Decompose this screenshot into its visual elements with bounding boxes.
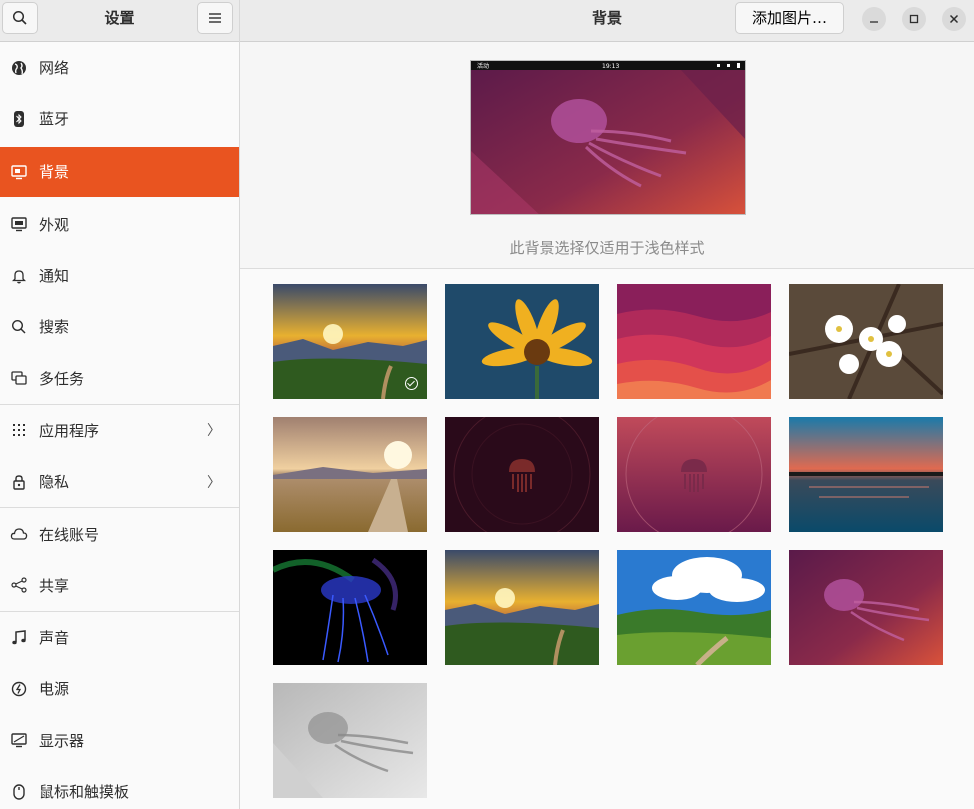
chevron-right-icon: 〉: [207, 474, 221, 491]
sidebar-item-label: 通知: [39, 267, 70, 286]
wallpaper-thumb-dark-jellyfish-logo[interactable]: [445, 417, 599, 532]
close-button[interactable]: [942, 7, 966, 31]
wallpaper-thumb-purple-jellyfish-logo[interactable]: [617, 417, 771, 532]
sidebar-item-multitasking[interactable]: 多任务: [0, 352, 239, 403]
wallpaper-thumb-sunset-valley[interactable]: [273, 284, 427, 399]
minimize-button[interactable]: [862, 7, 886, 31]
sidebar-item-online-accounts[interactable]: 在线账号: [0, 508, 239, 559]
sidebar-item-appearance[interactable]: 外观: [0, 199, 239, 250]
sidebar-header: 设置: [0, 0, 239, 42]
sidebar-item-bluetooth[interactable]: 蓝牙: [0, 93, 239, 144]
sidebar-item-applications[interactable]: 应用程序 〉: [0, 405, 239, 456]
sidebar-item-sound[interactable]: 声音: [0, 612, 239, 663]
sidebar-item-search[interactable]: 搜索: [0, 301, 239, 352]
sidebar-item-label: 背景: [39, 163, 70, 182]
chevron-right-icon: 〉: [207, 423, 221, 440]
sidebar-item-label: 外观: [39, 215, 70, 234]
sidebar-item-label: 隐私: [39, 473, 70, 492]
sidebar-item-label: 电源: [39, 680, 70, 699]
sidebar-item-displays[interactable]: 显示器: [0, 715, 239, 766]
sidebar-item-label: 应用程序: [39, 421, 100, 440]
main-header: 背景 添加图片…: [240, 0, 974, 42]
wallpaper-thumb-magenta-waves[interactable]: [617, 284, 771, 399]
settings-nav-apps: 应用程序 〉 隐私 〉: [0, 405, 239, 508]
wallpaper-thumb-sunrise-valley[interactable]: [445, 550, 599, 665]
sidebar-item-notifications[interactable]: 通知: [0, 250, 239, 301]
settings-nav-hardware: 声音 电源 显示器 鼠标和触摸板: [0, 612, 239, 809]
power-icon: [10, 680, 28, 698]
sidebar-item-label: 多任务: [39, 369, 85, 388]
sidebar-item-sharing[interactable]: 共享: [0, 560, 239, 611]
sidebar-item-label: 共享: [39, 576, 70, 595]
search-icon: [10, 318, 28, 336]
sidebar-item-label: 蓝牙: [39, 110, 70, 129]
sidebar: 设置 网络 蓝牙 背景 外观 通知 搜索 多任务 应用程序 〉 隐私 〉 在线账…: [0, 0, 240, 809]
selected-check-icon: [405, 377, 418, 390]
wallpaper-preview-area: 活动 19:13 此背景选择仅适用于浅色样式: [240, 42, 974, 269]
settings-nav: 网络 蓝牙 背景 外观 通知 搜索 多任务: [0, 42, 239, 404]
wallpaper-thumb-jammy-jellyfish-gray[interactable]: [273, 683, 427, 798]
wallpaper-thumb-green-hills-clouds[interactable]: [617, 550, 771, 665]
preview-clock: 19:13: [602, 63, 619, 70]
maximize-icon: [909, 14, 919, 24]
sidebar-item-label: 在线账号: [39, 525, 100, 544]
sidebar-item-power[interactable]: 电源: [0, 663, 239, 714]
display-icon: [10, 731, 28, 749]
bluetooth-icon: [10, 110, 28, 128]
settings-nav-accounts: 在线账号 共享: [0, 508, 239, 611]
wallpaper-preview: 活动 19:13: [470, 60, 746, 215]
share-icon: [10, 576, 28, 594]
appearance-icon: [10, 215, 28, 233]
multitasking-icon: [10, 369, 28, 387]
sidebar-item-label: 搜索: [39, 318, 70, 337]
sidebar-item-label: 声音: [39, 629, 70, 648]
sidebar-item-network[interactable]: 网络: [0, 42, 239, 93]
globe-icon: [10, 59, 28, 77]
wallpaper-thumb-yellow-daisy[interactable]: [445, 284, 599, 399]
monitor-background-icon: [10, 163, 28, 181]
sidebar-item-background[interactable]: 背景: [0, 146, 239, 197]
sidebar-item-label: 网络: [39, 59, 70, 78]
music-note-icon: [10, 629, 28, 647]
menu-button[interactable]: [197, 2, 233, 34]
sidebar-item-label: 显示器: [39, 731, 85, 750]
main-panel: 背景 添加图片… 活动 19:13 此背景选择仅适用于浅色样式: [240, 0, 974, 809]
wallpaper-thumb-glowing-blue-jellyfish[interactable]: [273, 550, 427, 665]
sidebar-item-label: 鼠标和触摸板: [39, 783, 130, 801]
maximize-button[interactable]: [902, 7, 926, 31]
add-picture-button[interactable]: 添加图片…: [735, 2, 844, 34]
wallpaper-thumb-cherry-blossom[interactable]: [789, 284, 943, 399]
preview-activities-label: 活动: [477, 62, 489, 70]
apps-grid-icon: [10, 421, 28, 439]
wallpaper-thumb-wheat-field-road[interactable]: [273, 417, 427, 532]
close-icon: [949, 14, 959, 24]
sidebar-item-mouse-touchpad[interactable]: 鼠标和触摸板: [0, 766, 239, 809]
sidebar-item-privacy[interactable]: 隐私 〉: [0, 456, 239, 507]
bell-icon: [10, 267, 28, 285]
preview-caption: 此背景选择仅适用于浅色样式: [509, 239, 705, 257]
wallpaper-thumb-lake-sunset[interactable]: [789, 417, 943, 532]
minimize-icon: [870, 21, 878, 23]
wallpaper-thumb-jammy-jellyfish-purple[interactable]: [789, 550, 943, 665]
mouse-icon: [10, 783, 28, 801]
cloud-icon: [10, 525, 28, 543]
hamburger-icon: [209, 13, 221, 23]
lock-icon: [10, 473, 28, 491]
